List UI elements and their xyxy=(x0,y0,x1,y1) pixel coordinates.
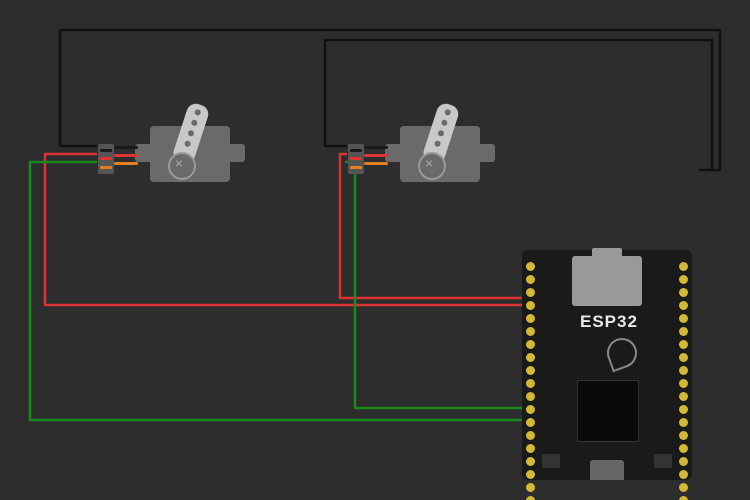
servo-2 xyxy=(370,108,510,188)
servo-connector xyxy=(348,144,364,174)
esp32-pin xyxy=(526,392,535,401)
servo-leads xyxy=(364,146,388,168)
servo-connector xyxy=(98,144,114,174)
esp32-pin xyxy=(679,366,688,375)
servo-hub-icon xyxy=(168,152,196,180)
esp32-pin xyxy=(526,288,535,297)
esp32-pin xyxy=(679,470,688,479)
esp32-pin xyxy=(679,314,688,323)
esp32-pin xyxy=(526,262,535,271)
esp32-pin xyxy=(526,483,535,492)
esp32-pin xyxy=(526,366,535,375)
esp32-pin xyxy=(679,405,688,414)
esp32-pin xyxy=(526,301,535,310)
wire-servo2-sig-to-esp32-gpio_b xyxy=(346,162,522,408)
esp32-button-boot xyxy=(654,454,672,468)
esp32-pin xyxy=(526,314,535,323)
esp32-pin xyxy=(526,275,535,284)
wire-servo1-sig-to-esp32-gpio_a xyxy=(30,162,522,420)
esp32-board: ESP32 xyxy=(522,250,692,480)
esp32-usb-port-icon xyxy=(590,460,624,480)
esp32-pin xyxy=(526,327,535,336)
esp32-pin xyxy=(679,379,688,388)
servo-1 xyxy=(120,108,260,188)
esp32-pin xyxy=(526,496,535,500)
esp32-button-en xyxy=(542,454,560,468)
esp32-pin xyxy=(526,470,535,479)
esp32-pin xyxy=(526,431,535,440)
esp32-pin xyxy=(679,496,688,500)
esp32-header-right xyxy=(679,262,688,500)
esp32-pin xyxy=(679,262,688,271)
esp32-pin xyxy=(526,444,535,453)
esp32-pin xyxy=(526,457,535,466)
esp32-pin xyxy=(526,418,535,427)
servo-leads xyxy=(114,146,138,168)
esp32-pin xyxy=(679,418,688,427)
esp32-pin xyxy=(679,340,688,349)
esp32-chip-icon xyxy=(577,380,639,442)
esp32-pin xyxy=(526,379,535,388)
esp32-header-left xyxy=(526,262,535,500)
esp32-pin xyxy=(679,301,688,310)
wiring-diagram: ESP32 xyxy=(0,0,750,500)
esp32-pin xyxy=(526,353,535,362)
esp32-pin xyxy=(526,405,535,414)
esp32-pin xyxy=(679,444,688,453)
esp32-label: ESP32 xyxy=(580,312,638,332)
esp32-pin xyxy=(679,431,688,440)
esp32-pin xyxy=(679,483,688,492)
servo-hub-icon xyxy=(418,152,446,180)
esp32-pin xyxy=(679,457,688,466)
esp32-rf-shield xyxy=(572,256,642,306)
esp32-pin xyxy=(679,392,688,401)
esp32-pin xyxy=(679,327,688,336)
espressif-logo-icon xyxy=(603,334,641,372)
esp32-pin xyxy=(679,288,688,297)
esp32-pin xyxy=(526,340,535,349)
esp32-pin xyxy=(679,275,688,284)
esp32-pin xyxy=(679,353,688,362)
